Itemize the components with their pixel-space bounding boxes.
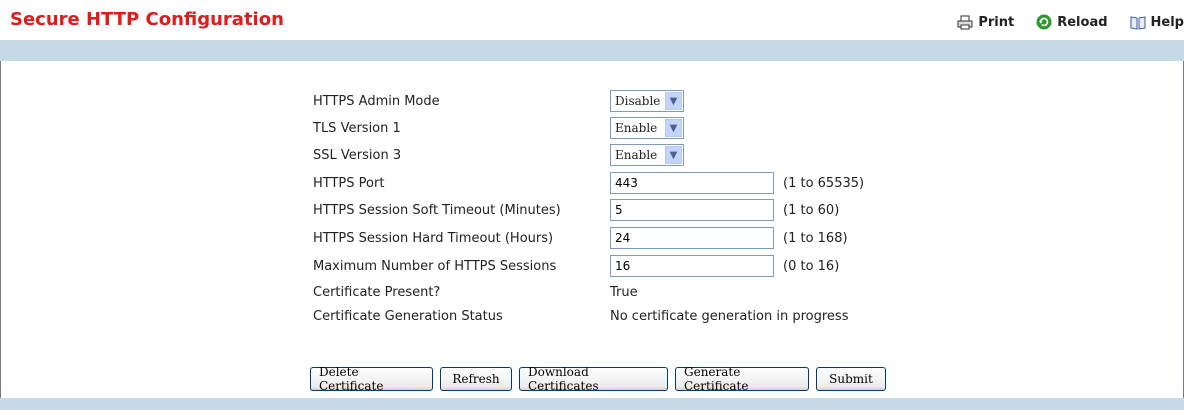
max-sessions-range: (0 to 16) bbox=[783, 258, 840, 274]
chevron-down-icon: ▼ bbox=[665, 92, 682, 110]
ssl-v3-value: Enable bbox=[615, 148, 658, 162]
max-sessions-input[interactable] bbox=[610, 255, 774, 277]
soft-timeout-input[interactable] bbox=[610, 199, 774, 221]
header-band bbox=[0, 40, 1184, 61]
ssl-v3-label: SSL Version 3 bbox=[313, 147, 402, 163]
cert-present-label: Certificate Present? bbox=[313, 284, 441, 300]
tls-v1-value: Enable bbox=[615, 121, 658, 135]
title-bar: Secure HTTP Configuration Print Reload H bbox=[0, 0, 1184, 40]
footer-band bbox=[0, 398, 1184, 410]
https-port-input[interactable] bbox=[610, 172, 774, 194]
max-sessions-label: Maximum Number of HTTPS Sessions bbox=[313, 258, 557, 274]
page-frame bbox=[0, 0, 1184, 409]
https-port-label: HTTPS Port bbox=[313, 175, 385, 191]
admin-mode-label: HTTPS Admin Mode bbox=[313, 93, 440, 109]
chevron-down-icon: ▼ bbox=[665, 119, 682, 137]
admin-mode-value: Disable bbox=[615, 94, 661, 108]
ssl-v3-select[interactable]: Enable ▼ bbox=[610, 144, 684, 166]
https-port-range: (1 to 65535) bbox=[783, 175, 865, 191]
cert-present-value: True bbox=[610, 284, 638, 300]
soft-timeout-range: (1 to 60) bbox=[783, 202, 840, 218]
submit-button[interactable]: Submit bbox=[816, 367, 886, 391]
hard-timeout-input[interactable] bbox=[610, 227, 774, 249]
reload-button[interactable]: Reload bbox=[1036, 14, 1108, 30]
tls-v1-select[interactable]: Enable ▼ bbox=[610, 117, 684, 139]
reload-label: Reload bbox=[1057, 14, 1108, 30]
delete-certificate-button[interactable]: Delete Certificate bbox=[310, 365, 433, 393]
help-button[interactable]: Help bbox=[1130, 15, 1184, 30]
download-certificates-button[interactable]: Download Certificates bbox=[519, 365, 668, 393]
help-book-icon bbox=[1130, 15, 1146, 30]
admin-mode-select[interactable]: Disable ▼ bbox=[610, 90, 684, 112]
print-label: Print bbox=[978, 14, 1015, 30]
generate-certificate-button[interactable]: Generate Certificate bbox=[675, 365, 809, 393]
print-button[interactable]: Print bbox=[957, 15, 1014, 30]
page-title: Secure HTTP Configuration bbox=[10, 9, 284, 30]
chevron-down-icon: ▼ bbox=[665, 146, 682, 164]
cert-status-value: No certificate generation in progress bbox=[610, 308, 849, 324]
hard-timeout-range: (1 to 168) bbox=[783, 230, 848, 246]
tls-v1-label: TLS Version 1 bbox=[313, 120, 401, 136]
cert-status-label: Certificate Generation Status bbox=[313, 308, 503, 324]
action-buttons: Delete Certificate Refresh Download Cert… bbox=[310, 365, 893, 393]
help-label: Help bbox=[1150, 14, 1184, 30]
toolbar: Print Reload Help bbox=[935, 12, 1184, 32]
soft-timeout-label: HTTPS Session Soft Timeout (Minutes) bbox=[313, 202, 561, 218]
printer-icon bbox=[957, 15, 973, 29]
reload-icon bbox=[1036, 14, 1052, 30]
hard-timeout-label: HTTPS Session Hard Timeout (Hours) bbox=[313, 230, 554, 246]
refresh-button[interactable]: Refresh bbox=[440, 367, 512, 391]
